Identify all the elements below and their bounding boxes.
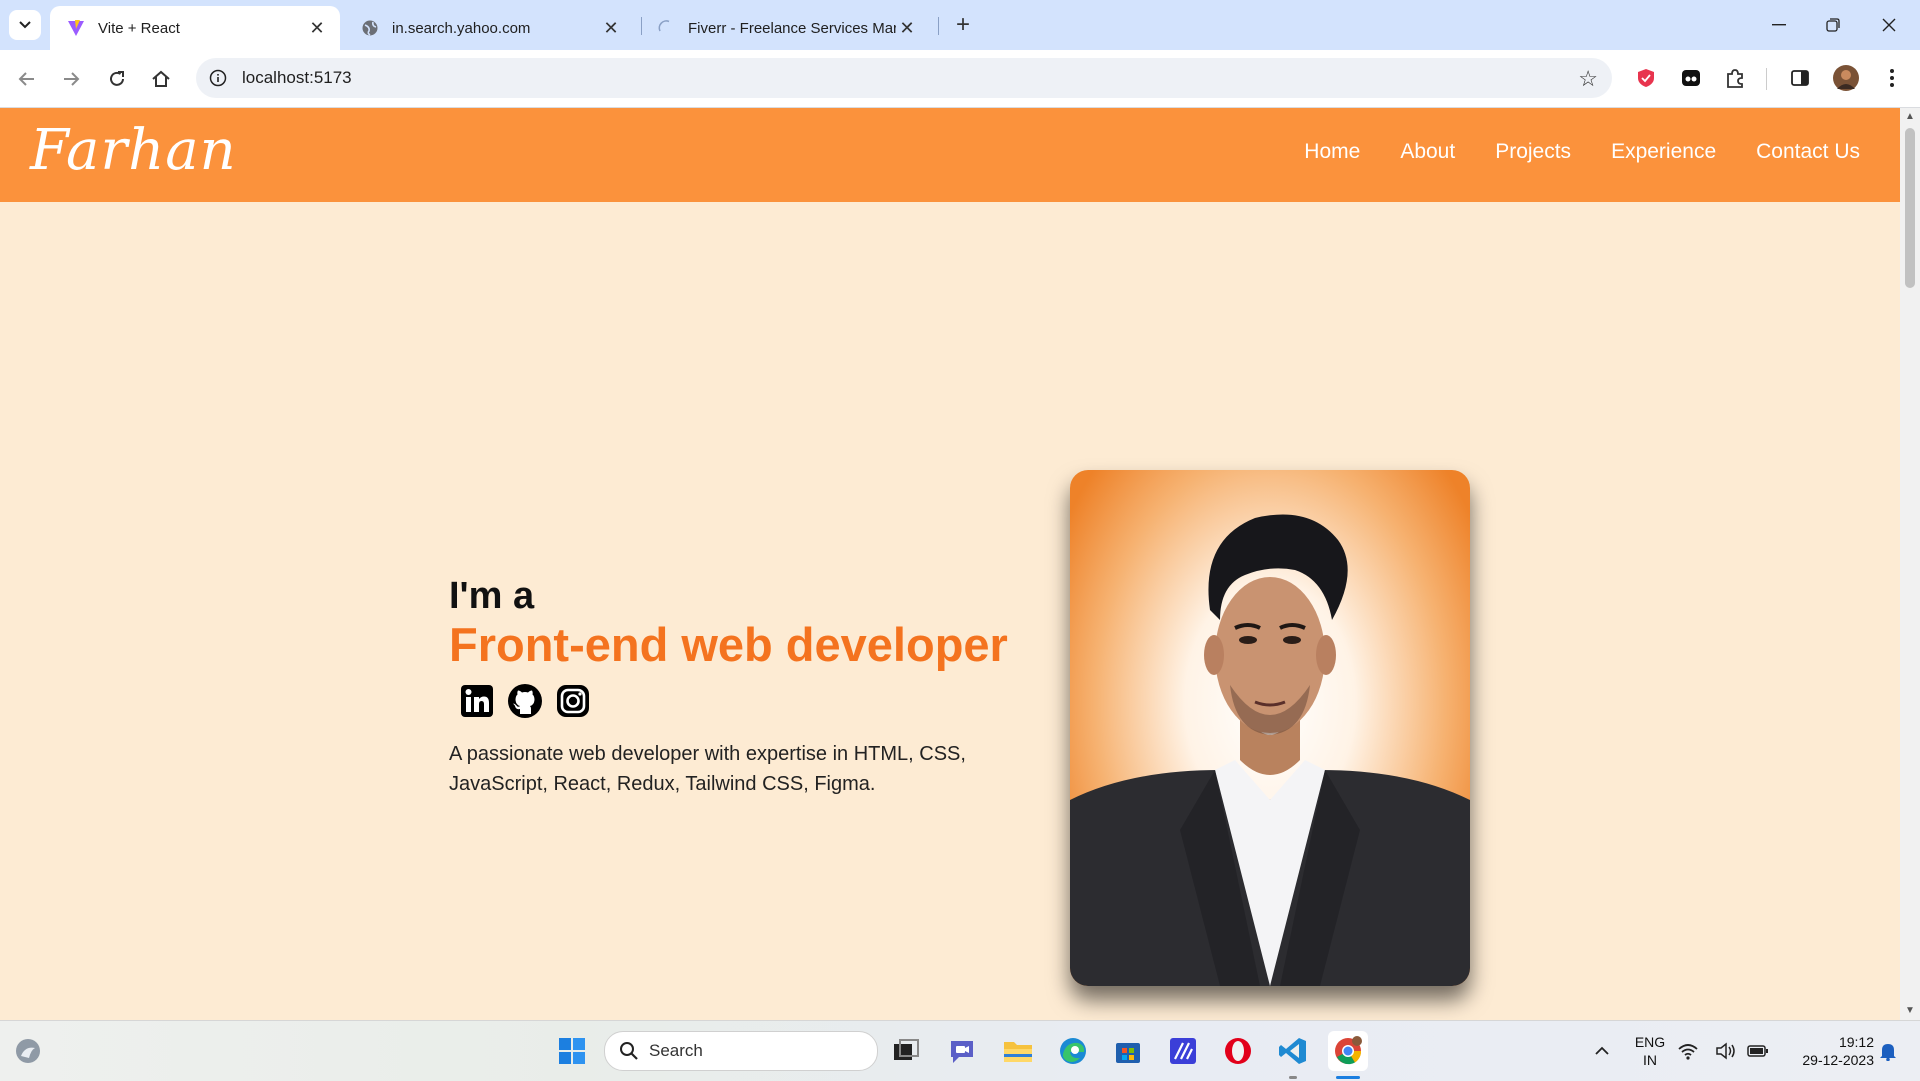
tab-fiverr[interactable]: Fiverr - Freelance Services Mark ✕: [640, 6, 930, 50]
search-icon: [620, 1042, 638, 1060]
reload-button[interactable]: [100, 62, 134, 96]
chevron-down-icon: [19, 21, 31, 29]
file-explorer-icon[interactable]: [998, 1031, 1038, 1071]
taskbar-search-label: Search: [649, 1041, 703, 1060]
wifi-icon[interactable]: [1676, 1031, 1700, 1071]
editor-app-icon[interactable]: [1163, 1031, 1203, 1071]
scroll-down-icon[interactable]: ▼: [1905, 1006, 1915, 1016]
extension-shield-icon[interactable]: [1632, 64, 1660, 92]
nav-about[interactable]: About: [1400, 140, 1455, 164]
address-bar[interactable]: localhost:5173 ☆: [196, 58, 1612, 98]
nav-experience[interactable]: Experience: [1611, 140, 1716, 164]
instagram-icon[interactable]: [555, 683, 591, 719]
new-tab-button[interactable]: +: [950, 11, 976, 38]
clock-date: 29-12-2023: [1802, 1052, 1874, 1068]
opera-browser-icon[interactable]: [1218, 1031, 1258, 1071]
minimize-icon: [1772, 24, 1786, 26]
tab-yahoo[interactable]: in.search.yahoo.com ✕: [344, 6, 634, 50]
hero-intro: I'm a: [449, 575, 535, 617]
volume-icon[interactable]: [1714, 1031, 1738, 1071]
profile-photo: [1070, 470, 1470, 986]
scrollbar-thumb[interactable]: [1905, 128, 1915, 288]
tab-search-button[interactable]: [9, 10, 41, 40]
browser-tab-bar: Vite + React ✕ in.search.yahoo.com ✕ Fiv…: [0, 0, 1920, 50]
tab-title: in.search.yahoo.com: [392, 19, 531, 37]
windows-taskbar: Search ENG IN 19:12 29-12-2023: [0, 1020, 1920, 1081]
weather-widget-icon[interactable]: [8, 1031, 48, 1071]
site-logo[interactable]: Farhan: [30, 118, 237, 183]
clock[interactable]: 19:12 29-12-2023: [1784, 1033, 1874, 1069]
close-icon[interactable]: ✕: [600, 17, 622, 39]
extensions-puzzle-icon[interactable]: [1721, 64, 1749, 92]
tab-title: Vite + React: [98, 19, 180, 37]
running-app-indicator: [1289, 1076, 1297, 1079]
forward-button[interactable]: [54, 62, 88, 96]
nav-projects[interactable]: Projects: [1495, 140, 1571, 164]
vscode-icon[interactable]: [1273, 1031, 1313, 1071]
back-button[interactable]: [10, 62, 44, 96]
tab-title: Fiverr - Freelance Services Mark: [688, 19, 896, 37]
reload-icon: [110, 71, 124, 86]
microsoft-store-icon[interactable]: [1108, 1031, 1148, 1071]
hero-description: A passionate web developer with expertis…: [449, 743, 966, 795]
tab-vite-react[interactable]: Vite + React ✕: [50, 6, 340, 50]
clock-time: 19:12: [1838, 1034, 1874, 1050]
tab-separator: [938, 17, 939, 35]
profile-avatar[interactable]: [1832, 64, 1860, 92]
linkedin-icon[interactable]: [459, 683, 495, 719]
close-icon: [1882, 18, 1896, 32]
taskbar-search[interactable]: Search: [604, 1031, 878, 1071]
task-view-icon[interactable]: [886, 1031, 926, 1071]
chrome-browser-icon[interactable]: [1328, 1031, 1368, 1071]
site-menu: Home About Projects Experience Contact U…: [1304, 140, 1860, 164]
scroll-up-icon[interactable]: ▲: [1905, 112, 1915, 122]
bookmark-star-icon[interactable]: ☆: [1578, 66, 1598, 92]
home-icon: [152, 70, 170, 87]
windows-start-icon[interactable]: [552, 1031, 592, 1071]
url-text[interactable]: localhost:5173: [242, 68, 352, 88]
social-links: [459, 683, 1009, 719]
toolbar-divider: [1766, 68, 1767, 90]
loading-spinner-icon: [656, 18, 676, 38]
menu-kebab-icon[interactable]: [1878, 64, 1906, 92]
home-button[interactable]: [144, 62, 178, 96]
battery-icon[interactable]: [1746, 1031, 1770, 1071]
arrow-left-icon: [18, 72, 34, 86]
region-code: IN: [1643, 1052, 1657, 1068]
active-app-indicator: [1336, 1076, 1360, 1079]
hero-role: Front-end web developer: [449, 618, 1008, 671]
site-navbar: Farhan Home About Projects Experience Co…: [0, 108, 1900, 202]
close-icon[interactable]: ✕: [306, 17, 328, 39]
vite-icon: [66, 18, 86, 38]
site-info-icon[interactable]: [208, 68, 228, 88]
nav-home[interactable]: Home: [1304, 140, 1360, 164]
side-panel-icon[interactable]: [1786, 64, 1814, 92]
close-window-button[interactable]: [1862, 8, 1916, 42]
extension-app-icon[interactable]: [1677, 64, 1705, 92]
input-language[interactable]: ENG IN: [1628, 1033, 1672, 1069]
person-portrait-image: [1070, 514, 1470, 986]
minimize-button[interactable]: [1752, 8, 1806, 42]
chevron-up-icon[interactable]: [1582, 1031, 1622, 1071]
hero-text: I'm a Front-end web developer A passiona…: [449, 573, 1009, 799]
notification-bell-icon[interactable]: [1874, 1031, 1902, 1071]
teams-chat-icon[interactable]: [942, 1031, 982, 1071]
close-icon[interactable]: ✕: [896, 17, 918, 39]
page-viewport: Farhan Home About Projects Experience Co…: [0, 108, 1900, 1020]
page-scrollbar[interactable]: ▲ ▼: [1900, 108, 1920, 1020]
browser-toolbar: localhost:5173 ☆: [0, 50, 1920, 108]
nav-contact-us[interactable]: Contact Us: [1756, 140, 1860, 164]
github-icon[interactable]: [507, 683, 543, 719]
edge-browser-icon[interactable]: [1053, 1031, 1093, 1071]
globe-icon: [360, 18, 380, 38]
restore-button[interactable]: [1806, 8, 1860, 42]
language-code: ENG: [1634, 1034, 1666, 1050]
arrow-right-icon: [64, 72, 80, 86]
restore-icon: [1826, 18, 1840, 32]
